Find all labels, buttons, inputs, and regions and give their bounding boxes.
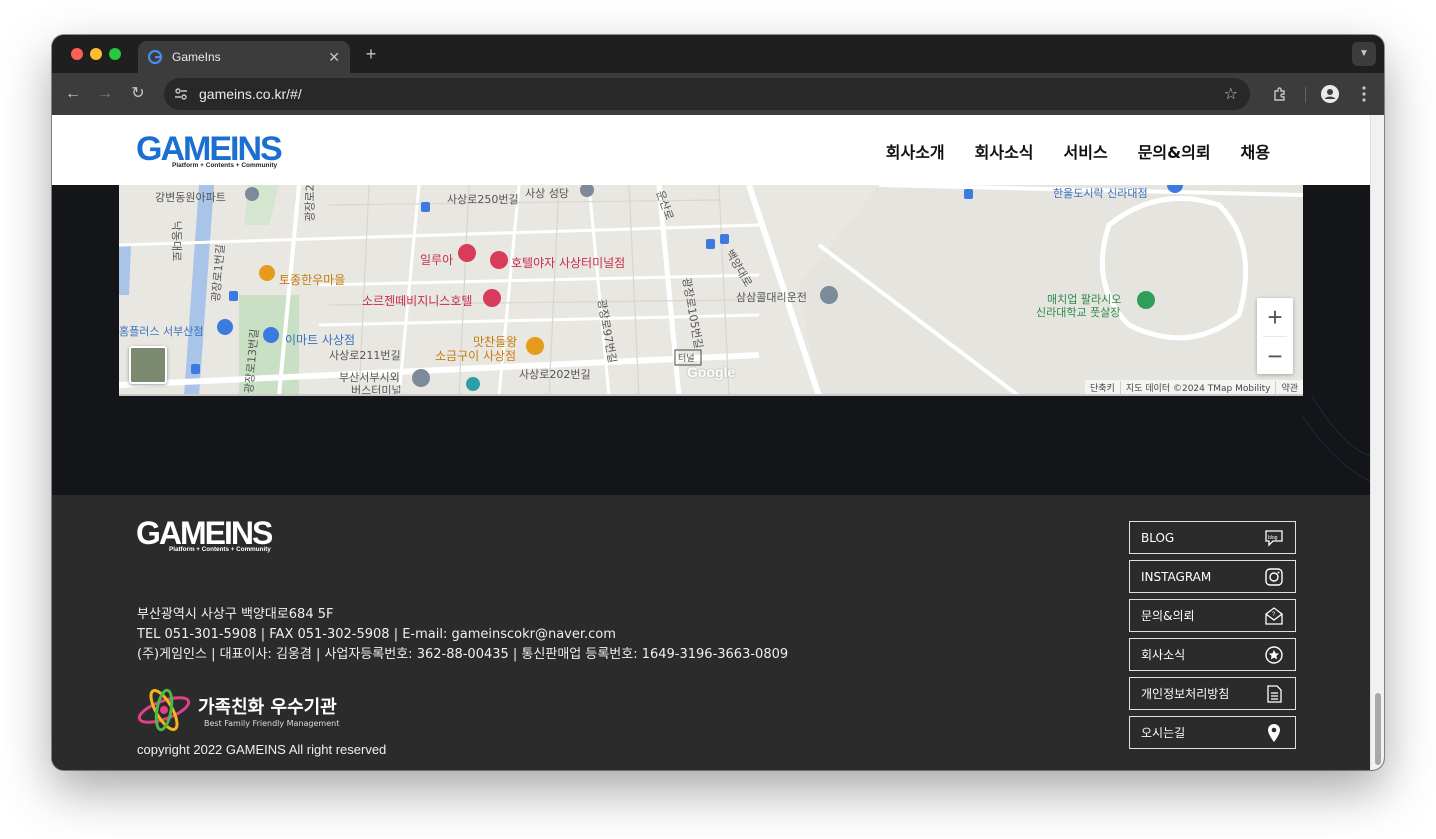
- address-bar[interactable]: gameins.co.kr/#/ ☆: [164, 78, 1250, 110]
- nav-item-service[interactable]: 서비스: [1064, 139, 1108, 163]
- maximize-window-button[interactable]: [109, 48, 121, 60]
- main-nav: 회사소개 회사소식 서비스 문의&의뢰 채용: [886, 139, 1270, 163]
- browser-tab[interactable]: GameIns ✕: [138, 41, 350, 73]
- map-label: 이마트 사상점: [285, 333, 356, 347]
- footer-logo-tagline: Platform + Contents + Community: [169, 546, 271, 553]
- map-label: 버스터미널: [351, 384, 402, 396]
- map-label: 사상로202번길: [519, 368, 591, 381]
- svg-text:?: ?: [1272, 612, 1276, 618]
- map-label: 신라대학교 풋살장: [1036, 306, 1121, 319]
- link-label: 문의&의뢰: [1141, 609, 1195, 623]
- map-label: 토종한우마을: [279, 273, 346, 287]
- google-map[interactable]: 강변동원아파트 사상로250번길 사상 성당 운산로 일루아 호텔야자 사상터미…: [119, 185, 1303, 396]
- extensions-icon[interactable]: [1267, 81, 1293, 107]
- site-header: GAMEINS Platform + Contents + Community …: [52, 115, 1370, 185]
- link-label: 개인정보처리방침: [1141, 687, 1230, 701]
- map-label: 사상로211번길: [329, 349, 401, 362]
- svg-text:blog: blog: [1268, 535, 1278, 541]
- nav-item-company[interactable]: 회사소개: [886, 139, 945, 163]
- zoom-out-button[interactable]: −: [1257, 337, 1293, 375]
- zoom-control: + −: [1257, 298, 1293, 374]
- map-attribution: 단축키 지도 데이터 ©2024 TMap Mobility 약관: [1085, 380, 1303, 394]
- family-friendly-emblem-icon: [137, 688, 191, 732]
- section-spacer: [52, 396, 1370, 496]
- close-window-button[interactable]: [71, 48, 83, 60]
- map-label: 삼삼콜대리운전: [736, 291, 807, 304]
- company-info: 부산광역시 사상구 백양대로684 5F TEL 051-301-5908 | …: [137, 605, 788, 665]
- url-text: gameins.co.kr/#/: [199, 86, 302, 102]
- link-label: 오시는길: [1141, 726, 1186, 740]
- site-settings-icon[interactable]: [166, 79, 196, 109]
- toolbar-divider: [1305, 87, 1306, 103]
- location-pin-icon: [1268, 723, 1280, 742]
- page-scrollbar[interactable]: [1370, 115, 1384, 770]
- zoom-in-button[interactable]: +: [1257, 298, 1293, 336]
- tab-strip: GameIns ✕ + ▼: [52, 35, 1384, 73]
- map-label: 소금구이 사상점: [435, 349, 517, 363]
- news-link-button[interactable]: 회사소식: [1129, 638, 1296, 671]
- google-logo: Google: [687, 364, 736, 380]
- family-badge-title: 가족친화 우수기관: [198, 696, 337, 718]
- news-icon: [1265, 645, 1283, 664]
- map-label: 홈플러스 서부산점: [119, 325, 204, 338]
- map-label: 한울도시락 신라대점: [1053, 187, 1148, 200]
- logo-tagline: Platform + Contents + Community: [172, 162, 277, 169]
- nav-item-inquiry[interactable]: 문의&의뢰: [1138, 139, 1211, 163]
- scrollbar-thumb[interactable]: [1375, 693, 1381, 765]
- family-badge-subtitle: Best Family Friendly Management: [204, 718, 340, 728]
- map-label: 사상로250번길: [447, 193, 519, 206]
- gameins-favicon-icon: [148, 50, 162, 64]
- inquiry-link-button[interactable]: 문의&의뢰 ?: [1129, 599, 1296, 632]
- page-viewport: GAMEINS Platform + Contents + Community …: [52, 115, 1384, 770]
- registration-line: (주)게임인스 | 대표이사: 김웅겸 | 사업자등록번호: 362-88-00…: [137, 647, 789, 662]
- new-tab-button[interactable]: +: [360, 43, 382, 65]
- tab-search-chevron-icon[interactable]: ▼: [1352, 42, 1376, 66]
- bookmark-star-icon[interactable]: ☆: [1224, 84, 1238, 104]
- minimize-window-button[interactable]: [90, 48, 102, 60]
- footer-gameins-logo[interactable]: GAMEINS Platform + Contents + Community: [136, 517, 281, 553]
- gameins-logo[interactable]: GAMEINS Platform + Contents + Community: [136, 131, 286, 169]
- tab-close-icon[interactable]: ✕: [328, 49, 340, 66]
- address-line: 부산광역시 사상구 백양대로684 5F: [137, 607, 334, 622]
- forward-button[interactable]: →: [92, 81, 118, 107]
- instagram-link-button[interactable]: INSTAGRAM: [1129, 560, 1296, 593]
- directions-link-button[interactable]: 오시는길: [1129, 716, 1296, 749]
- nav-item-news[interactable]: 회사소식: [975, 139, 1034, 163]
- map-label: 낙동대로: [170, 220, 184, 262]
- site-footer: GAMEINS Platform + Contents + Community …: [52, 495, 1370, 770]
- map-label: 일루아: [420, 253, 454, 267]
- map-label: 사상 성당: [525, 187, 569, 200]
- background-lines: [1301, 396, 1370, 482]
- footer-links: BLOG blog INSTAGRAM 문의&의뢰 ? 회사소식 개인정보처리방…: [1129, 521, 1296, 755]
- map-label: 터널: [678, 354, 695, 364]
- copyright-text: copyright 2022 GAMEINS All right reserve…: [137, 742, 387, 757]
- family-friendly-badge: 가족친화 우수기관 Best Family Friendly Managemen…: [136, 685, 339, 735]
- map-label: 강변동원아파트: [155, 191, 226, 204]
- privacy-policy-link-button[interactable]: 개인정보처리방침: [1129, 677, 1296, 710]
- nav-item-recruit[interactable]: 채용: [1241, 139, 1270, 163]
- browser-toolbar: ← → ↻ gameins.co.kr/#/ ☆: [52, 73, 1384, 115]
- map-label: 광장로2: [303, 185, 317, 222]
- mail-icon: ?: [1265, 606, 1283, 625]
- blog-link-button[interactable]: BLOG blog: [1129, 521, 1296, 554]
- link-label: BLOG: [1141, 530, 1175, 545]
- map-label: 소르젠떼비지니스호텔: [362, 294, 473, 308]
- terms-link[interactable]: 약관: [1275, 380, 1303, 394]
- blog-icon: blog: [1265, 529, 1283, 547]
- reload-button[interactable]: ↻: [125, 81, 151, 107]
- contact-line: TEL 051-301-5908 | FAX 051-302-5908 | E-…: [137, 627, 616, 642]
- instagram-icon: [1265, 567, 1283, 586]
- link-label: 회사소식: [1141, 648, 1186, 662]
- browser-menu-icon[interactable]: [1351, 81, 1377, 107]
- keyboard-shortcuts-link[interactable]: 단축키: [1085, 381, 1120, 394]
- browser-window: GameIns ✕ + ▼ ← → ↻ gameins.co.kr/#/ ☆ G…: [52, 35, 1384, 770]
- link-label: INSTAGRAM: [1141, 569, 1212, 584]
- profile-avatar-icon[interactable]: [1317, 81, 1343, 107]
- tab-title: GameIns: [172, 50, 221, 64]
- document-icon: [1267, 684, 1282, 703]
- map-data-credit: 지도 데이터 ©2024 TMap Mobility: [1119, 380, 1276, 394]
- map-label: 호텔야자 사상터미널점: [511, 256, 626, 270]
- satellite-toggle-button[interactable]: [129, 346, 167, 384]
- back-button[interactable]: ←: [60, 81, 86, 107]
